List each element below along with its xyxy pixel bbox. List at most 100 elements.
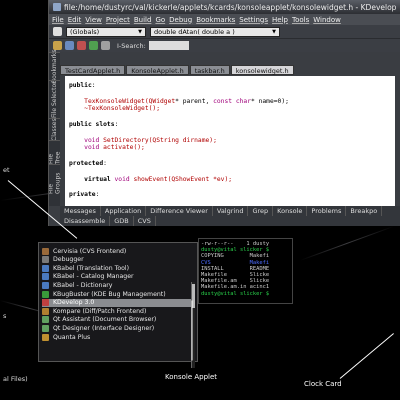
k-menu-item[interactable]: KDevelop 3.0: [42, 298, 192, 307]
app-icon: [42, 247, 49, 255]
output-tab-grep[interactable]: Grep: [248, 206, 274, 216]
menu-tools[interactable]: Tools: [292, 16, 309, 24]
editor-tab[interactable]: KonsoleApplet.h: [126, 65, 189, 75]
vtab-bookmarks[interactable]: Bookmarks: [49, 50, 60, 83]
k-menu-item[interactable]: KBabel - Catalog Manager: [42, 273, 192, 281]
scope-combo[interactable]: (Globals) ▼: [66, 26, 146, 37]
k-menu-item[interactable]: Debugger: [42, 256, 192, 264]
menu-edit[interactable]: Edit: [68, 16, 82, 24]
function-combo[interactable]: double dAtan( double a ) ▼: [150, 26, 280, 37]
k-menu-item[interactable]: Qt Assistant (Document Browser): [42, 316, 192, 324]
window-titlebar[interactable]: file:/home/dustyrc/val/kickerle/applets/…: [49, 0, 400, 14]
k-menu-item[interactable]: KBugBuster (KDE Bug Management): [42, 290, 192, 298]
toolbar-class-navigation: (Globals) ▼ double dAtan( double a ) ▼: [49, 25, 400, 39]
output-tab-gdb[interactable]: GDB: [110, 216, 134, 226]
output-tab-disassemble[interactable]: Disassemble: [60, 216, 111, 226]
menu-settings[interactable]: Settings: [239, 16, 268, 24]
code-token: ~TexKonsoleWidget();: [69, 105, 160, 113]
vtab-file-tree[interactable]: File Tree: [49, 140, 62, 164]
k-menu-item-label: KBabel (Translation Tool): [53, 264, 130, 272]
output-tab-konsole[interactable]: Konsole: [273, 206, 308, 216]
menu-help[interactable]: Help: [272, 16, 288, 24]
function-combo-value: double dAtan( double a ): [154, 27, 235, 36]
konsole-applet-terminal[interactable]: -rw-r--r-- 1 dusty dusty@vital slicker $ C…: [198, 238, 293, 304]
clock-callout-line: [339, 333, 394, 379]
menu-file[interactable]: File: [52, 16, 64, 24]
app-icon: [53, 3, 61, 11]
menu-build[interactable]: Build: [134, 16, 152, 24]
window-title: file:/home/dustyrc/val/kickerle/applets/…: [64, 2, 397, 12]
code-token: :: [114, 120, 119, 128]
code-token: virtual: [69, 175, 115, 183]
output-tab-valgrind[interactable]: Valgrind: [213, 206, 249, 216]
search-input[interactable]: [148, 41, 189, 50]
code-line: public slots:: [69, 121, 391, 129]
editor-tab[interactable]: TestCardApplet.h: [60, 65, 126, 75]
app-icon: [42, 299, 49, 307]
new-file-icon[interactable]: [53, 27, 62, 36]
app-icon: [42, 256, 49, 264]
vtab-file-selector[interactable]: File Selector: [49, 80, 60, 118]
k-menu-item[interactable]: KBabel (Translation Tool): [42, 264, 192, 272]
output-tab-breakpo[interactable]: Breakpo: [346, 206, 383, 216]
output-tab-application[interactable]: Application: [101, 206, 147, 216]
menu-go[interactable]: Go: [155, 16, 165, 24]
k-menu-item-label: Qt Assistant (Document Browser): [53, 316, 157, 324]
k-menu-item[interactable]: Kompare (Diff/Patch Frontend): [42, 307, 192, 315]
left-fragment-text: al Files): [3, 375, 28, 383]
code-line: protected:: [69, 160, 391, 168]
app-icon: [42, 307, 49, 315]
open-icon[interactable]: [53, 41, 62, 50]
code-token: void: [69, 144, 104, 152]
menu-view[interactable]: View: [85, 16, 102, 24]
konsole-applet-callout: Konsole Applet: [165, 373, 218, 381]
menu-project[interactable]: Project: [106, 16, 130, 24]
code-token: public slots: [69, 120, 115, 128]
editor-tab[interactable]: taskbar.h: [189, 65, 230, 75]
app-icon: [42, 264, 49, 272]
menu-debug[interactable]: Debug: [169, 16, 192, 24]
code-token: SetDirectory(: [103, 136, 153, 144]
app-icon: [42, 290, 49, 298]
code-token: :: [95, 191, 100, 199]
menu-bookmarks[interactable]: Bookmarks: [196, 16, 235, 24]
menu-window[interactable]: Window: [313, 16, 341, 24]
left-tool-tabs: Bookmarks File Selector Classes File Tree Fi…: [49, 50, 62, 206]
k-menu-item-label: KDevelop 3.0: [53, 299, 95, 307]
desktop-wallpaper-streak: [299, 225, 395, 261]
output-tab-cvs[interactable]: CVS: [134, 216, 156, 226]
build-icon[interactable]: [77, 41, 86, 50]
k-menu-item-label: Kompare (Diff/Patch Frontend): [53, 307, 147, 315]
debug-icon[interactable]: [101, 41, 110, 50]
k-menu-item[interactable]: Cervisia (CVS Frontend): [42, 247, 192, 255]
save-icon[interactable]: [65, 41, 74, 50]
k-menu-item-label: Qt Designer (Interface Designer): [53, 325, 155, 333]
k-menu-item[interactable]: Qt Designer (Interface Designer): [42, 324, 192, 333]
konsole-callout-line: [191, 300, 193, 361]
code-token: QString dirname);: [152, 136, 217, 144]
editor-tab[interactable]: konsolewidget.h: [230, 65, 294, 75]
k-menu-item-label: KBabel - Dictionary: [53, 282, 113, 290]
code-line: void activate();: [69, 144, 391, 152]
vtab-classes[interactable]: Classes: [49, 118, 60, 141]
code-token: const char: [213, 97, 252, 105]
code-token: QShowEvent *ev);: [171, 175, 233, 183]
code-token: :: [91, 82, 96, 89]
code-token: TexKonsoleWidget(: [69, 97, 149, 105]
code-line: virtual void showEvent(QShowEvent *ev);: [69, 176, 391, 184]
k-menu-item[interactable]: KBabel - Dictionary: [42, 281, 192, 290]
scope-combo-value: (Globals): [70, 27, 100, 36]
code-token: QWidget: [148, 97, 176, 105]
vtab-file-groups[interactable]: File Groups: [49, 164, 62, 194]
code-token: protected: [69, 159, 104, 167]
k-menu-item[interactable]: Quanta Plus: [42, 333, 192, 341]
code-line: public:: [69, 82, 391, 90]
output-tab-difference-viewer[interactable]: Difference Viewer: [146, 206, 213, 216]
run-icon[interactable]: [89, 41, 98, 50]
output-tab-problems[interactable]: Problems: [307, 206, 347, 216]
output-tab-messages[interactable]: Messages: [60, 206, 101, 216]
clock-card-callout: Clock Card: [304, 380, 342, 388]
code-editor[interactable]: public: TexKonsoleWidget(QWidget* parent…: [65, 76, 395, 206]
